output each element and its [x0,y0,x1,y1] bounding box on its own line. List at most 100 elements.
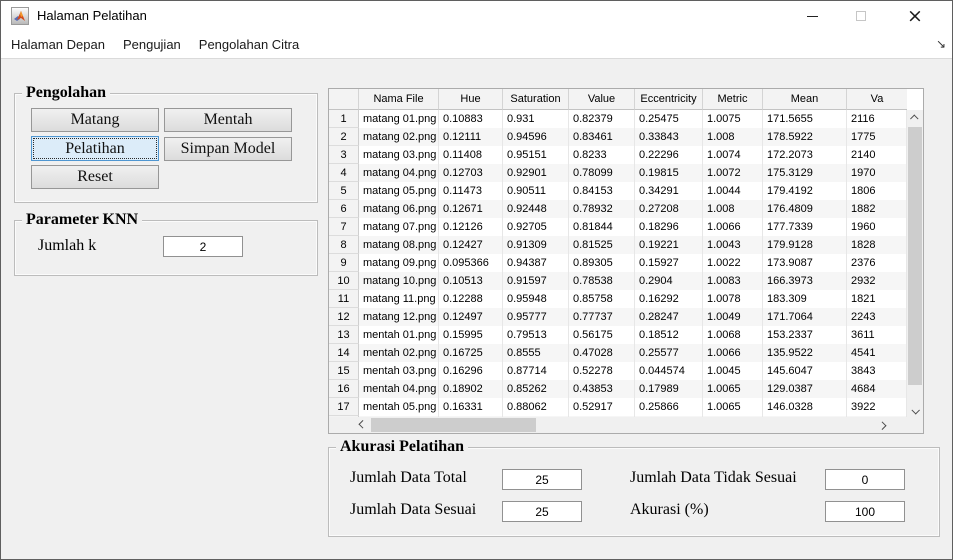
table-cell[interactable]: 145.6047 [763,362,847,380]
table-cell[interactable]: 0.19815 [635,164,703,182]
table-cell[interactable]: 2932 [847,272,907,290]
table-horizontal-scrollbar[interactable] [329,417,907,433]
table-cell[interactable]: 0.12703 [439,164,503,182]
table-cell[interactable]: 0.94596 [503,128,569,146]
table-row[interactable]: 1matang 01.png0.108830.9310.823790.25475… [329,110,907,128]
table-cell[interactable]: 0.34291 [635,182,703,200]
table-cell[interactable]: 0.78538 [569,272,635,290]
table-cell[interactable]: 0.11408 [439,146,503,164]
table-cell[interactable]: 175.3129 [763,164,847,182]
table-cell[interactable]: 1775 [847,128,907,146]
table-cell[interactable]: 0.95948 [503,290,569,308]
table-cell[interactable]: mentah 05.png [359,398,439,416]
table-cell[interactable]: matang 07.png [359,218,439,236]
table-cell[interactable]: 0.18296 [635,218,703,236]
table-cell[interactable]: 0.94387 [503,254,569,272]
table-cell[interactable]: 0.18512 [635,326,703,344]
table-cell[interactable]: 0.82379 [569,110,635,128]
table-cell[interactable]: 0.52917 [569,398,635,416]
table-cell[interactable]: 0.89305 [569,254,635,272]
table-cell[interactable]: 0.11473 [439,182,503,200]
table-cell[interactable]: 0.16296 [439,362,503,380]
table-header-eccentricity[interactable]: Eccentricity [635,89,703,110]
table-cell[interactable]: 129.0387 [763,380,847,398]
table-cell[interactable]: 2140 [847,146,907,164]
jumlah-data-tidak-sesuai-input[interactable] [825,469,905,490]
table-cell[interactable]: 0.33843 [635,128,703,146]
table-cell[interactable]: 0.044574 [635,362,703,380]
table-cell[interactable]: 0.10513 [439,272,503,290]
table-cell[interactable]: 0.91597 [503,272,569,290]
table-cell[interactable]: 0.2904 [635,272,703,290]
table-cell[interactable]: 0.10883 [439,110,503,128]
table-vertical-scrollbar[interactable] [907,110,923,419]
close-button[interactable]: × [887,1,943,31]
table-cell[interactable]: 179.4192 [763,182,847,200]
table-row[interactable]: 5matang 05.png0.114730.905110.841530.342… [329,182,907,200]
table-cell[interactable]: 177.7339 [763,218,847,236]
table-cell[interactable]: 176.4809 [763,200,847,218]
table-row[interactable]: 11matang 11.png0.122880.959480.857580.16… [329,290,907,308]
table-cell[interactable]: 0.87714 [503,362,569,380]
table-cell[interactable]: 0.92901 [503,164,569,182]
table-cell[interactable]: 0.12288 [439,290,503,308]
v-scrollbar-thumb[interactable] [908,127,922,385]
table-cell[interactable]: 0.12126 [439,218,503,236]
table-cell[interactable]: matang 11.png [359,290,439,308]
table-cell[interactable]: 0.12671 [439,200,503,218]
table-cell[interactable]: 171.7064 [763,308,847,326]
table-cell[interactable]: 0.22296 [635,146,703,164]
minimize-button[interactable] [790,1,835,31]
table-cell[interactable]: matang 02.png [359,128,439,146]
table-cell[interactable]: 0.15995 [439,326,503,344]
table-cell[interactable]: 171.5655 [763,110,847,128]
table-cell[interactable]: 0.83461 [569,128,635,146]
table-cell[interactable]: 1960 [847,218,907,236]
table-cell[interactable]: 179.9128 [763,236,847,254]
table-cell[interactable]: 1.0075 [703,110,763,128]
table-row[interactable]: 2matang 02.png0.121110.945960.834610.338… [329,128,907,146]
table-cell[interactable]: 173.9087 [763,254,847,272]
table-row[interactable]: 7matang 07.png0.121260.927050.818440.182… [329,218,907,236]
table-cell[interactable]: 1.008 [703,128,763,146]
table-cell[interactable]: 0.77737 [569,308,635,326]
table-cell[interactable]: mentah 01.png [359,326,439,344]
table-cell[interactable]: 0.56175 [569,326,635,344]
table-cell[interactable]: 0.88062 [503,398,569,416]
table-row[interactable]: 4matang 04.png0.127030.929010.780990.198… [329,164,907,182]
table-cell[interactable]: matang 03.png [359,146,439,164]
table-cell[interactable]: matang 09.png [359,254,439,272]
table-cell[interactable]: 1882 [847,200,907,218]
akurasi-persen-input[interactable] [825,501,905,522]
table-cell[interactable]: 0.25866 [635,398,703,416]
table-cell[interactable]: 1.0049 [703,308,763,326]
table-cell[interactable]: matang 01.png [359,110,439,128]
table-row[interactable]: 3matang 03.png0.114080.951510.82330.2229… [329,146,907,164]
table-cell[interactable]: 1828 [847,236,907,254]
table-cell[interactable]: 1.008 [703,200,763,218]
menu-halaman-depan[interactable]: Halaman Depan [11,37,105,52]
table-cell[interactable]: 0.25475 [635,110,703,128]
table-cell[interactable]: mentah 02.png [359,344,439,362]
table-header-metric[interactable]: Metric [703,89,763,110]
table-cell[interactable]: 1806 [847,182,907,200]
table-cell[interactable]: 0.43853 [569,380,635,398]
scroll-up-arrow[interactable] [907,110,923,126]
table-cell[interactable]: 4684 [847,380,907,398]
table-cell[interactable]: 0.79513 [503,326,569,344]
table-header-nama-file[interactable]: Nama File [359,89,439,110]
table-header-saturation[interactable]: Saturation [503,89,569,110]
table-cell[interactable]: 0.18902 [439,380,503,398]
table-cell[interactable]: 1.0072 [703,164,763,182]
table-cell[interactable]: 0.12427 [439,236,503,254]
table-cell[interactable]: mentah 04.png [359,380,439,398]
table-cell[interactable]: 146.0328 [763,398,847,416]
scroll-left-arrow[interactable] [354,417,370,433]
table-cell[interactable]: 1.0066 [703,218,763,236]
table-row[interactable]: 15mentah 03.png0.162960.877140.522780.04… [329,362,907,380]
table-cell[interactable]: 135.9522 [763,344,847,362]
matang-button[interactable]: Matang [31,108,159,132]
table-cell[interactable]: 0.92705 [503,218,569,236]
table-cell[interactable]: 0.12497 [439,308,503,326]
table-cell[interactable]: 2376 [847,254,907,272]
